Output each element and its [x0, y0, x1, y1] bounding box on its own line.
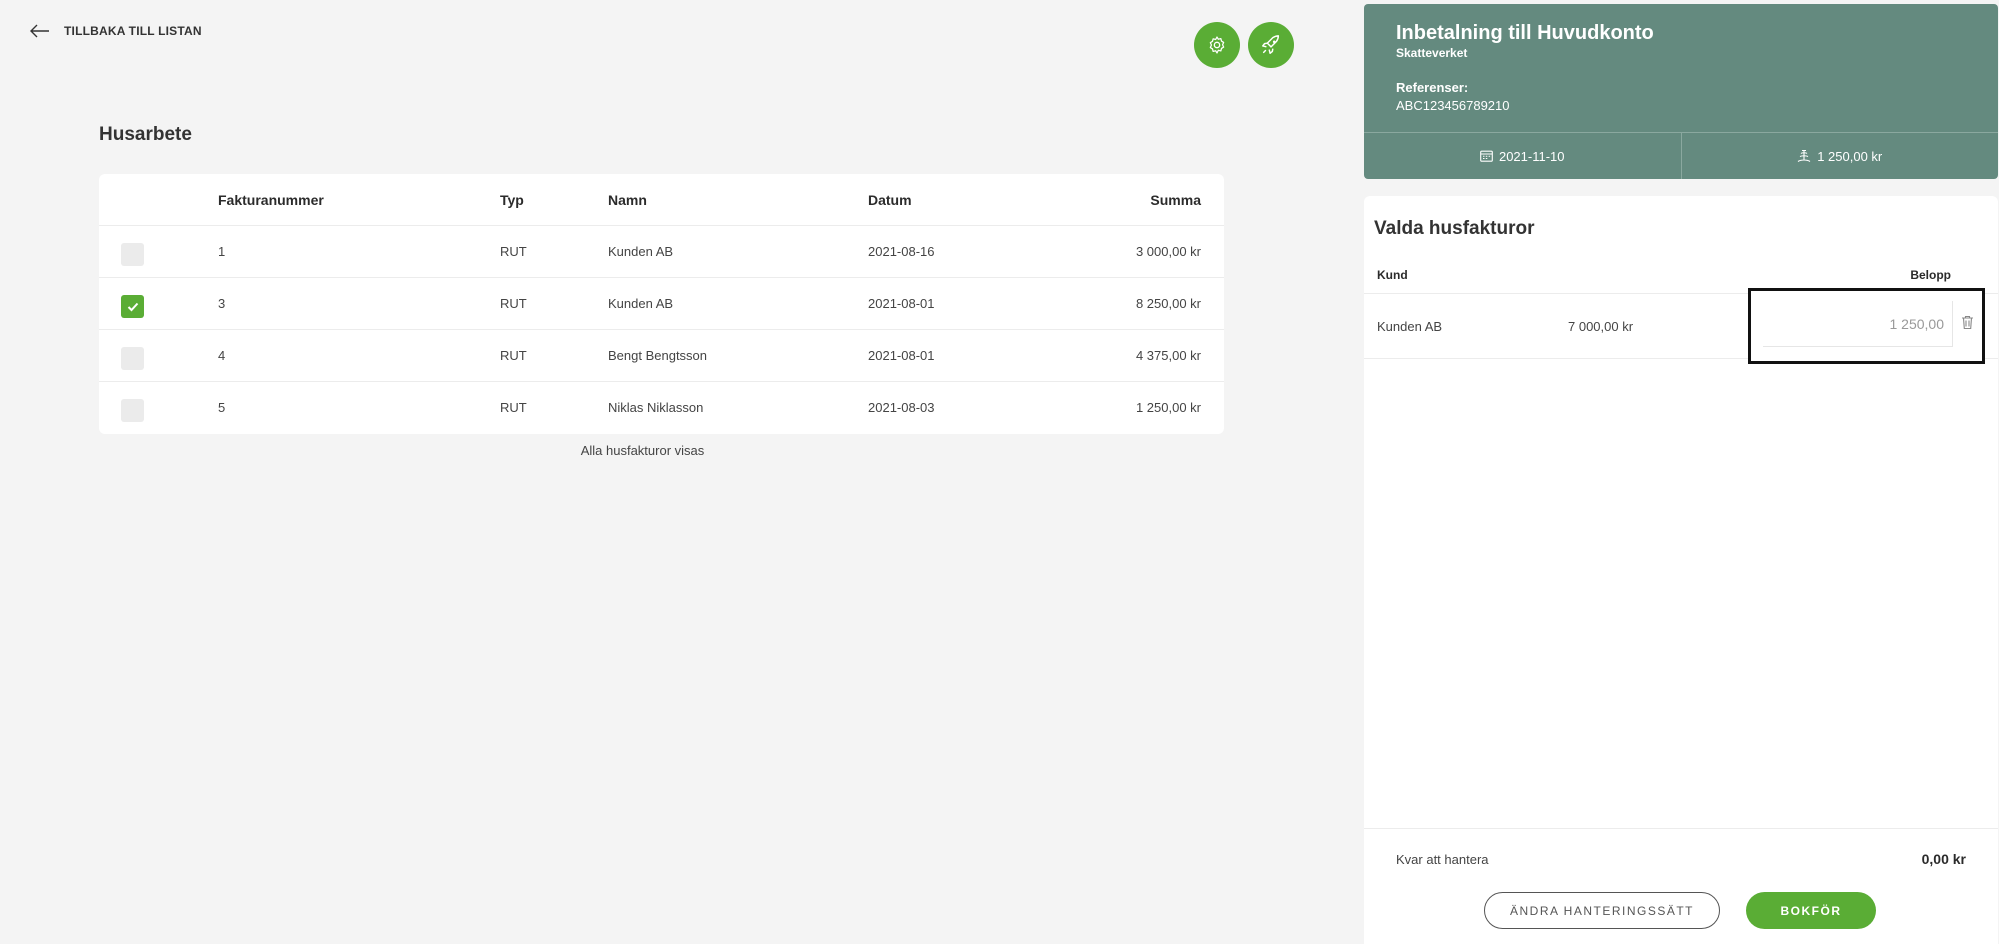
- kvar-label: Kvar att hantera: [1396, 852, 1489, 867]
- cell-typ: RUT: [500, 400, 527, 415]
- cell-namn: Kunden AB: [608, 296, 674, 311]
- invoice-table: Fakturanummer Typ Namn Datum Summa 1 RUT…: [99, 174, 1224, 434]
- col-belopp: Belopp: [1910, 268, 1951, 282]
- calendar-icon: [1480, 150, 1493, 162]
- change-method-button[interactable]: ÄNDRA HANTERINGSSÄTT: [1484, 892, 1720, 929]
- payment-amount: 1 250,00 kr: [1680, 133, 1999, 179]
- selected-row-amount: 7 000,00 kr: [1568, 319, 1634, 334]
- panel-title: Valda husfakturor: [1374, 218, 1535, 239]
- rocket-icon: [1262, 35, 1280, 54]
- cell-typ: RUT: [500, 244, 527, 259]
- table-header: Fakturanummer Typ Namn Datum Summa: [99, 174, 1224, 226]
- cell-fakturanummer: 5: [218, 400, 226, 415]
- main-area: TILLBAKA TILL LISTAN Husarbete Fakturanu…: [0, 0, 1364, 944]
- cell-summa: 8 250,00 kr: [1135, 296, 1201, 311]
- col-kund: Kund: [1377, 268, 1408, 282]
- col-typ[interactable]: Typ: [500, 174, 524, 226]
- cell-typ: RUT: [500, 296, 527, 311]
- payment-header: Inbetalning till Huvudkonto Skatteverket…: [1364, 4, 1998, 179]
- table-footer-note: Alla husfakturor visas: [580, 443, 705, 458]
- row-checkbox[interactable]: [121, 243, 144, 266]
- table-row[interactable]: 4 RUT Bengt Bengtsson 2021-08-01 4 375,0…: [99, 330, 1224, 382]
- col-datum[interactable]: Datum: [868, 174, 912, 226]
- kvar-value: 0,00 kr: [1921, 851, 1966, 867]
- cell-namn: Niklas Niklasson: [608, 400, 704, 415]
- divider: [1364, 828, 1998, 829]
- cell-fakturanummer: 3: [218, 296, 226, 311]
- trash-icon[interactable]: [1961, 315, 1974, 330]
- table-row[interactable]: 5 RUT Niklas Niklasson 2021-08-03 1 250,…: [99, 382, 1224, 434]
- row-checkbox[interactable]: [121, 399, 144, 422]
- cell-datum: 2021-08-03: [868, 400, 935, 415]
- check-icon: [127, 302, 138, 311]
- side-panel: Inbetalning till Huvudkonto Skatteverket…: [1364, 0, 1999, 944]
- selected-invoices-panel: Valda husfakturor Kund Belopp Kunden AB …: [1364, 196, 1998, 944]
- cell-summa: 4 375,00 kr: [1135, 348, 1201, 363]
- settings-button[interactable]: [1194, 22, 1240, 68]
- back-label: TILLBAKA TILL LISTAN: [64, 24, 202, 38]
- cell-datum: 2021-08-01: [868, 296, 935, 311]
- arrow-left-icon: [30, 24, 49, 38]
- row-checkbox[interactable]: [121, 347, 144, 370]
- cell-fakturanummer: 1: [218, 244, 226, 259]
- section-title: Husarbete: [99, 124, 192, 145]
- cell-namn: Bengt Bengtsson: [608, 348, 708, 363]
- payment-subtitle: Skatteverket: [1396, 46, 1468, 60]
- col-namn[interactable]: Namn: [608, 174, 647, 226]
- cell-datum: 2021-08-01: [868, 348, 935, 363]
- back-to-list-link[interactable]: TILLBAKA TILL LISTAN: [30, 24, 202, 38]
- selected-row-kund: Kunden AB: [1377, 319, 1443, 334]
- payment-amount-value: 1 250,00 kr: [1817, 148, 1883, 164]
- cell-fakturanummer: 4: [218, 348, 226, 363]
- payment-title: Inbetalning till Huvudkonto: [1396, 22, 1654, 44]
- cell-summa: 1 250,00 kr: [1135, 400, 1201, 415]
- col-summa[interactable]: Summa: [1150, 174, 1201, 226]
- cell-namn: Kunden AB: [608, 244, 674, 259]
- belopp-input[interactable]: [1763, 301, 1953, 347]
- cell-datum: 2021-08-16: [868, 244, 935, 259]
- reference-label: Referenser:: [1396, 80, 1469, 95]
- gear-icon: [1209, 36, 1225, 54]
- money-icon: [1797, 149, 1811, 162]
- payment-date-value: 2021-11-10: [1498, 148, 1565, 164]
- reference-value: ABC123456789210: [1396, 98, 1510, 113]
- table-row[interactable]: 3 RUT Kunden AB 2021-08-01 8 250,00 kr: [99, 278, 1224, 330]
- cell-summa: 3 000,00 kr: [1135, 244, 1201, 259]
- belopp-highlight: [1748, 288, 1985, 364]
- row-checkbox[interactable]: [121, 295, 144, 318]
- book-button[interactable]: BOKFÖR: [1746, 892, 1876, 929]
- rocket-button[interactable]: [1248, 22, 1294, 68]
- payment-info-bar: 2021-11-10 1 250,00 kr: [1364, 132, 1998, 179]
- table-row[interactable]: 1 RUT Kunden AB 2021-08-16 3 000,00 kr: [99, 226, 1224, 278]
- payment-date: 2021-11-10: [1364, 133, 1681, 179]
- cell-typ: RUT: [500, 348, 527, 363]
- col-fakturanummer[interactable]: Fakturanummer: [218, 174, 324, 226]
